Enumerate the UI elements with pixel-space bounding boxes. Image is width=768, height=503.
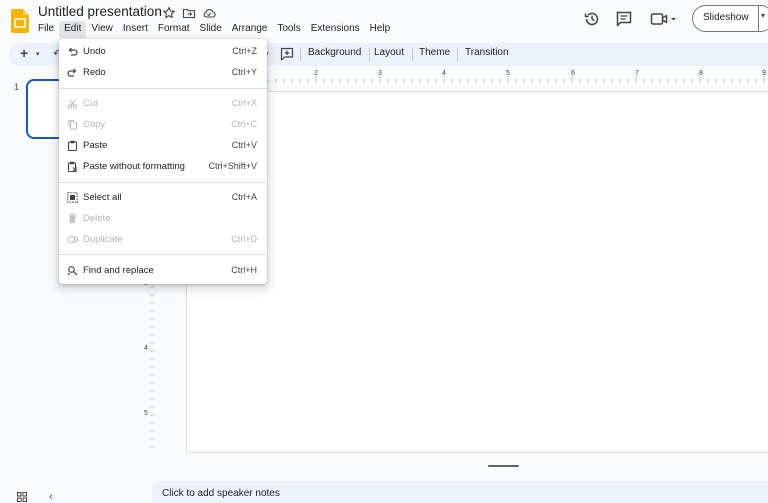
paste-icon [67, 140, 78, 151]
slides-logo[interactable] [11, 9, 29, 33]
toolbar-divider [412, 48, 413, 61]
menu-item-find-and-replace[interactable]: Find and replace Ctrl+H [59, 260, 267, 280]
delete-icon [68, 213, 77, 224]
comments-icon[interactable] [615, 10, 633, 28]
redo-icon [67, 68, 77, 77]
menu-item-delete: Delete [59, 208, 267, 228]
ruler-number: 7 [635, 70, 639, 77]
menu-item-copy: Copy Ctrl+C [59, 114, 267, 134]
menu-help[interactable]: Help [365, 21, 396, 38]
menu-item-redo[interactable]: Redo Ctrl+Y [59, 62, 267, 82]
menu-item-select-all[interactable]: Select all Ctrl+A [59, 187, 267, 207]
menu-item-shortcut: Ctrl+C [231, 119, 257, 129]
theme-button[interactable]: Theme [419, 47, 450, 58]
menu-item-label: Select all [83, 192, 122, 203]
version-history-icon[interactable] [583, 10, 601, 28]
menu-separator [59, 88, 267, 89]
menu-item-paste[interactable]: Paste Ctrl+V [59, 135, 267, 155]
menu-item-cut: Cut Ctrl+X [59, 93, 267, 113]
ruler-number: 4 [442, 70, 446, 77]
grid-view-icon[interactable] [17, 492, 27, 502]
collapse-filmstrip-icon[interactable]: ‹ [49, 491, 53, 503]
find-replace-icon [67, 266, 78, 276]
menu-item-shortcut: Ctrl+Z [232, 46, 257, 56]
menu-item-shortcut: Ctrl+Shift+V [208, 161, 257, 171]
ruler-number: 3 [378, 70, 382, 77]
ruler-number: 4 [144, 345, 148, 352]
menu-view[interactable]: View [86, 21, 118, 38]
new-slide-dropdown-icon[interactable]: ▾ [36, 50, 40, 58]
document-title[interactable]: Untitled presentation [38, 4, 162, 19]
ruler-number: 2 [314, 70, 318, 77]
background-button[interactable]: Background [308, 47, 361, 58]
menu-edit[interactable]: Edit [59, 21, 87, 38]
paste-plain-icon [67, 161, 78, 172]
ruler-number: 6 [571, 70, 575, 77]
meet-camera-icon[interactable] [650, 10, 678, 28]
menu-file[interactable]: File [33, 21, 59, 38]
menu-extensions[interactable]: Extensions [306, 21, 365, 38]
menu-item-label: Undo [83, 46, 106, 57]
menu-tools[interactable]: Tools [272, 21, 305, 38]
menu-item-label: Copy [83, 119, 106, 130]
cut-icon [67, 99, 78, 109]
menu-separator [59, 254, 267, 255]
menu-separator [59, 182, 267, 183]
select-all-icon [67, 192, 78, 203]
copy-icon [68, 120, 77, 130]
menu-item-paste-without-formatting[interactable]: Paste without formatting Ctrl+Shift+V [59, 156, 267, 176]
menu-slide[interactable]: Slide [195, 21, 227, 38]
cloud-saved-icon[interactable] [202, 6, 216, 20]
menu-item-label: Find and replace [83, 265, 154, 276]
slideshow-button[interactable]: Slideshow ▾ [692, 5, 768, 32]
speaker-notes-placeholder: Click to add speaker notes [162, 488, 280, 499]
slide-number: 1 [14, 82, 20, 92]
app-header: Untitled presentation File Edit View Ins… [0, 0, 768, 40]
ruler-number: 9 [762, 70, 766, 77]
slide-canvas[interactable] [186, 91, 768, 453]
menu-item-label: Duplicate [83, 234, 123, 245]
move-to-folder-icon[interactable] [182, 6, 196, 20]
new-slide-button[interactable]: + [20, 45, 28, 61]
ruler-number: 5 [144, 410, 148, 417]
edit-menu: Undo Ctrl+Z Redo Ctrl+Y Cut Ctrl+X Copy … [59, 39, 267, 284]
notes-resize-handle[interactable] [488, 465, 519, 467]
menu-item-duplicate: Duplicate Ctrl+D [59, 229, 267, 249]
menu-item-label: Paste without formatting [83, 161, 185, 172]
menu-item-shortcut: Ctrl+D [231, 234, 257, 244]
menu-item-shortcut: Ctrl+V [231, 140, 257, 150]
ruler-ticks [187, 76, 765, 83]
transition-button[interactable]: Transition [465, 47, 509, 58]
slideshow-divider [758, 6, 759, 31]
menu-item-label: Delete [83, 213, 111, 224]
menu-arrange[interactable]: Arrange [227, 21, 273, 38]
add-comment-icon[interactable] [280, 47, 294, 61]
menu-item-undo[interactable]: Undo Ctrl+Z [59, 41, 267, 61]
layout-button[interactable]: Layout [374, 47, 404, 58]
star-icon[interactable] [162, 6, 176, 20]
menu-insert[interactable]: Insert [118, 21, 153, 38]
horizontal-ruler[interactable]: 2 3 4 5 6 7 8 9 [186, 67, 768, 83]
ruler-number: 8 [699, 70, 703, 77]
menu-item-shortcut: Ctrl+Y [231, 67, 257, 77]
menubar: File Edit View Insert Format Slide Arran… [33, 21, 395, 38]
undo-icon [68, 47, 78, 56]
speaker-notes[interactable]: Click to add speaker notes [152, 481, 768, 503]
menu-item-shortcut: Ctrl+A [231, 192, 257, 202]
menu-item-label: Paste [83, 140, 108, 151]
menu-item-label: Cut [83, 98, 98, 109]
menu-item-label: Redo [83, 67, 106, 78]
ruler-number: 5 [506, 70, 510, 77]
toolbar-divider [369, 48, 370, 61]
duplicate-icon [67, 235, 78, 244]
toolbar-divider [300, 48, 301, 61]
slideshow-label: Slideshow [703, 12, 749, 23]
slideshow-dropdown-icon[interactable]: ▾ [761, 11, 765, 20]
menu-item-shortcut: Ctrl+X [231, 98, 257, 108]
toolbar-divider [457, 48, 458, 61]
menu-item-shortcut: Ctrl+H [231, 265, 257, 275]
menu-format[interactable]: Format [153, 21, 195, 38]
